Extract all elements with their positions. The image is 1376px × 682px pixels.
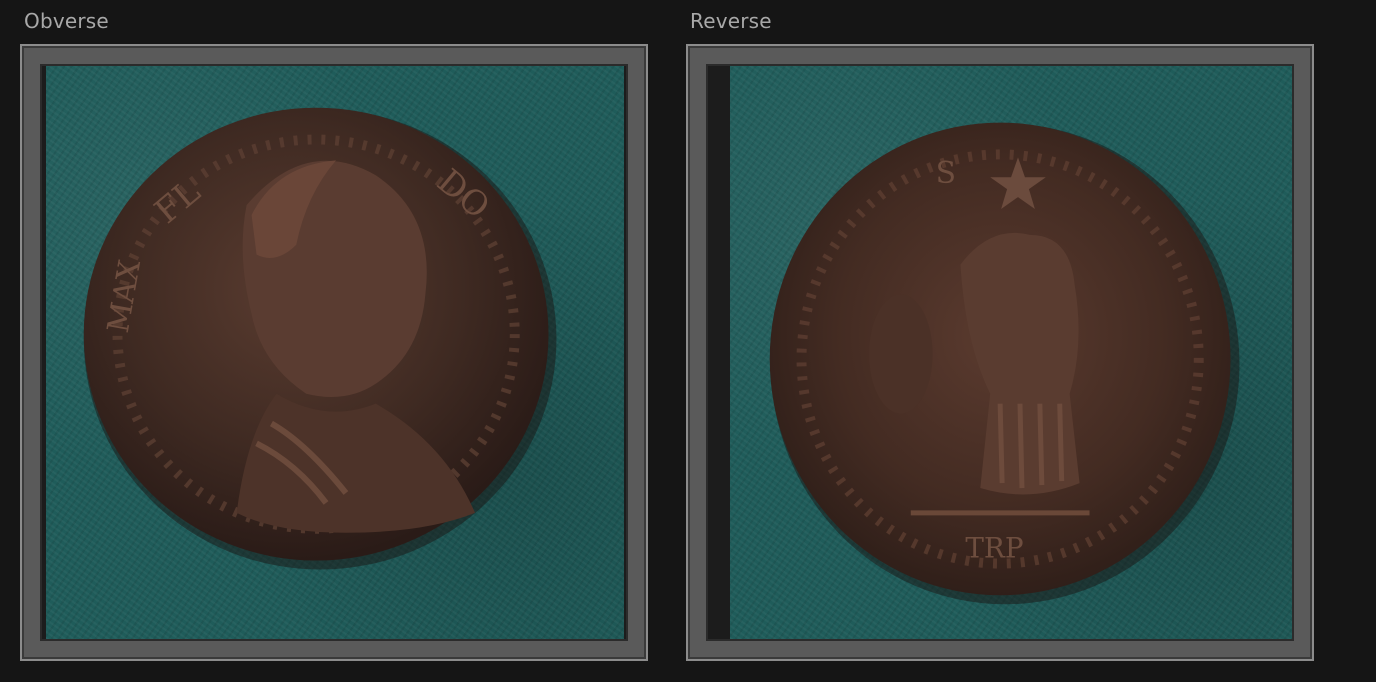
coin-reverse-icon: TRP S [769, 122, 1240, 605]
obverse-mat: FL DO MAX [40, 64, 628, 641]
obverse-photo[interactable]: FL DO MAX [46, 66, 624, 639]
svg-text:TRP: TRP [965, 532, 1023, 565]
panel-title-reverse: Reverse [690, 9, 772, 33]
reverse-frame: TRP S [686, 44, 1314, 661]
reverse-mat: TRP S [706, 64, 1294, 641]
obverse-frame: FL DO MAX [20, 44, 648, 661]
panel-title-obverse: Obverse [24, 9, 109, 33]
coin-obverse-icon: FL DO MAX [83, 107, 557, 570]
reverse-photo[interactable]: TRP S [730, 66, 1292, 639]
svg-text:S: S [936, 156, 956, 191]
